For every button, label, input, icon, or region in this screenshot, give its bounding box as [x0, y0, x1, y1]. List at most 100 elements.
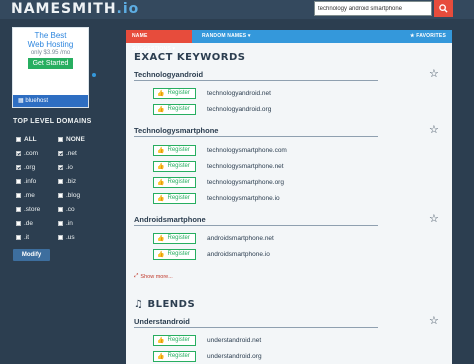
register-label: Register — [167, 106, 190, 112]
checkbox-all[interactable] — [16, 137, 21, 142]
checkbox-io[interactable] — [58, 165, 63, 170]
checkbox-de[interactable] — [16, 221, 21, 226]
checkbox-none[interactable] — [58, 137, 63, 142]
tld-option-in[interactable]: .in — [58, 220, 73, 227]
thumbs-up-icon: 👍 — [157, 163, 165, 170]
tld-label: .net — [66, 150, 77, 157]
modify-button[interactable]: Modify — [13, 249, 50, 261]
domain-row: 👍 Register androidsmartphone.io — [153, 248, 270, 260]
tld-option-us[interactable]: .us — [58, 234, 75, 241]
favorite-star-icon[interactable]: ☆ — [429, 214, 439, 225]
domain-name[interactable]: androidsmartphone.net — [207, 235, 274, 242]
group-name: Technologysmartphone — [134, 126, 219, 135]
tld-label: .us — [66, 234, 75, 241]
checkbox-me[interactable] — [16, 193, 21, 198]
blends-title: ♫ BLENDS — [134, 299, 195, 310]
search-button[interactable] — [434, 0, 453, 17]
get-started-button[interactable]: Get Started — [28, 58, 73, 69]
register-button[interactable]: 👍 Register — [153, 248, 196, 260]
register-button[interactable]: 👍 Register — [153, 144, 196, 156]
checkbox-biz[interactable] — [58, 179, 63, 184]
tab-favorites[interactable]: ★ FAVORITES — [404, 30, 452, 43]
group-divider — [134, 327, 378, 328]
tld-none[interactable]: NONE — [58, 136, 85, 143]
checkbox-in[interactable] — [58, 221, 63, 226]
register-label: Register — [167, 235, 190, 241]
domain-name[interactable]: technologysmartphone.io — [207, 195, 280, 202]
ad-indicator-dot[interactable] — [92, 73, 96, 77]
thumbs-up-icon: 👍 — [157, 90, 165, 97]
domain-name[interactable]: understandroid.net — [207, 337, 261, 344]
tld-option-net[interactable]: .net — [58, 150, 77, 157]
tld-option-blog[interactable]: .blog — [58, 192, 80, 199]
register-label: Register — [167, 337, 190, 343]
show-more-link[interactable]: ⤢ Show more... — [134, 273, 173, 280]
register-button[interactable]: 👍 Register — [153, 87, 196, 99]
tld-all[interactable]: ALL — [16, 136, 37, 143]
domain-row: 👍 Register technologysmartphone.com — [153, 144, 287, 156]
register-button[interactable]: 👍 Register — [153, 103, 196, 115]
thumbs-up-icon: 👍 — [157, 179, 165, 186]
domain-name[interactable]: technologyandroid.net — [207, 90, 271, 97]
search-input[interactable] — [314, 1, 432, 16]
checkbox-us[interactable] — [58, 235, 63, 240]
domain-row: 👍 Register technologysmartphone.io — [153, 192, 280, 204]
tab-random-names[interactable]: RANDOM NAMES ▾ — [196, 30, 257, 43]
domain-row: 👍 Register understandroid.net — [153, 334, 261, 346]
favorite-star-icon[interactable]: ☆ — [429, 69, 439, 80]
checkbox-org[interactable] — [16, 165, 21, 170]
tld-option-info[interactable]: .info — [16, 178, 36, 185]
hosting-ad[interactable]: The Best Web Hosting only $3.95 /mo Get … — [12, 27, 89, 108]
tld-option-biz[interactable]: .biz — [58, 178, 76, 185]
ad-title: The Best Web Hosting — [13, 31, 88, 49]
domain-name[interactable]: technologysmartphone.org — [207, 179, 284, 186]
tld-option-co[interactable]: .co — [58, 206, 75, 213]
domain-name[interactable]: technologysmartphone.net — [207, 163, 284, 170]
favorite-star-icon[interactable]: ☆ — [429, 125, 439, 136]
checkbox-net[interactable] — [58, 151, 63, 156]
domain-name[interactable]: androidsmartphone.io — [207, 251, 270, 258]
tld-option-de[interactable]: .de — [16, 220, 33, 227]
domain-name[interactable]: technologysmartphone.com — [207, 147, 287, 154]
show-more-label: Show more... — [140, 273, 173, 280]
domain-name[interactable]: understandroid.org — [207, 353, 262, 360]
expand-arrows-icon: ⤢ — [134, 273, 139, 279]
group-name: Understandroid — [134, 317, 190, 326]
music-note-icon: ♫ — [134, 299, 144, 310]
tld-option-io[interactable]: .io — [58, 164, 73, 171]
register-button[interactable]: 👍 Register — [153, 350, 196, 362]
checkbox-info[interactable] — [16, 179, 21, 184]
group-divider — [134, 136, 378, 137]
tld-option-com[interactable]: .com — [16, 150, 38, 157]
tld-none-label: NONE — [66, 136, 85, 143]
checkbox-blog[interactable] — [58, 193, 63, 198]
tld-option-org[interactable]: .org — [16, 164, 35, 171]
tld-option-it[interactable]: .it — [16, 234, 29, 241]
register-button[interactable]: 👍 Register — [153, 160, 196, 172]
logo-tld: .io — [116, 1, 140, 17]
tld-option-store[interactable]: .store — [16, 206, 40, 213]
checkbox-co[interactable] — [58, 207, 63, 212]
results-panel: NAME SUGGESTIONS ▾ RANDOM NAMES ▾ ★ FAVO… — [126, 30, 452, 364]
tab-name-suggestions[interactable]: NAME SUGGESTIONS ▾ — [126, 30, 192, 52]
thumbs-up-icon: 👍 — [157, 251, 165, 258]
register-button[interactable]: 👍 Register — [153, 232, 196, 244]
tld-label: .co — [66, 206, 75, 213]
register-button[interactable]: 👍 Register — [153, 176, 196, 188]
domain-row: 👍 Register technologysmartphone.org — [153, 176, 284, 188]
ad-brand: ▦ bluehost — [13, 95, 88, 107]
domain-name[interactable]: technologyandroid.org — [207, 106, 271, 113]
tld-section-title: TOP LEVEL DOMAINS — [13, 118, 92, 125]
register-button[interactable]: 👍 Register — [153, 334, 196, 346]
tld-option-me[interactable]: .me — [16, 192, 35, 199]
tld-label: .blog — [66, 192, 81, 199]
site-logo[interactable]: NAMESMITH.io — [11, 1, 139, 17]
thumbs-up-icon: 👍 — [157, 235, 165, 242]
checkbox-it[interactable] — [16, 235, 21, 240]
register-button[interactable]: 👍 Register — [153, 192, 196, 204]
checkbox-com[interactable] — [16, 151, 21, 156]
register-label: Register — [167, 353, 190, 359]
domain-row: 👍 Register technologyandroid.net — [153, 87, 271, 99]
checkbox-store[interactable] — [16, 207, 21, 212]
favorite-star-icon[interactable]: ☆ — [429, 316, 439, 327]
